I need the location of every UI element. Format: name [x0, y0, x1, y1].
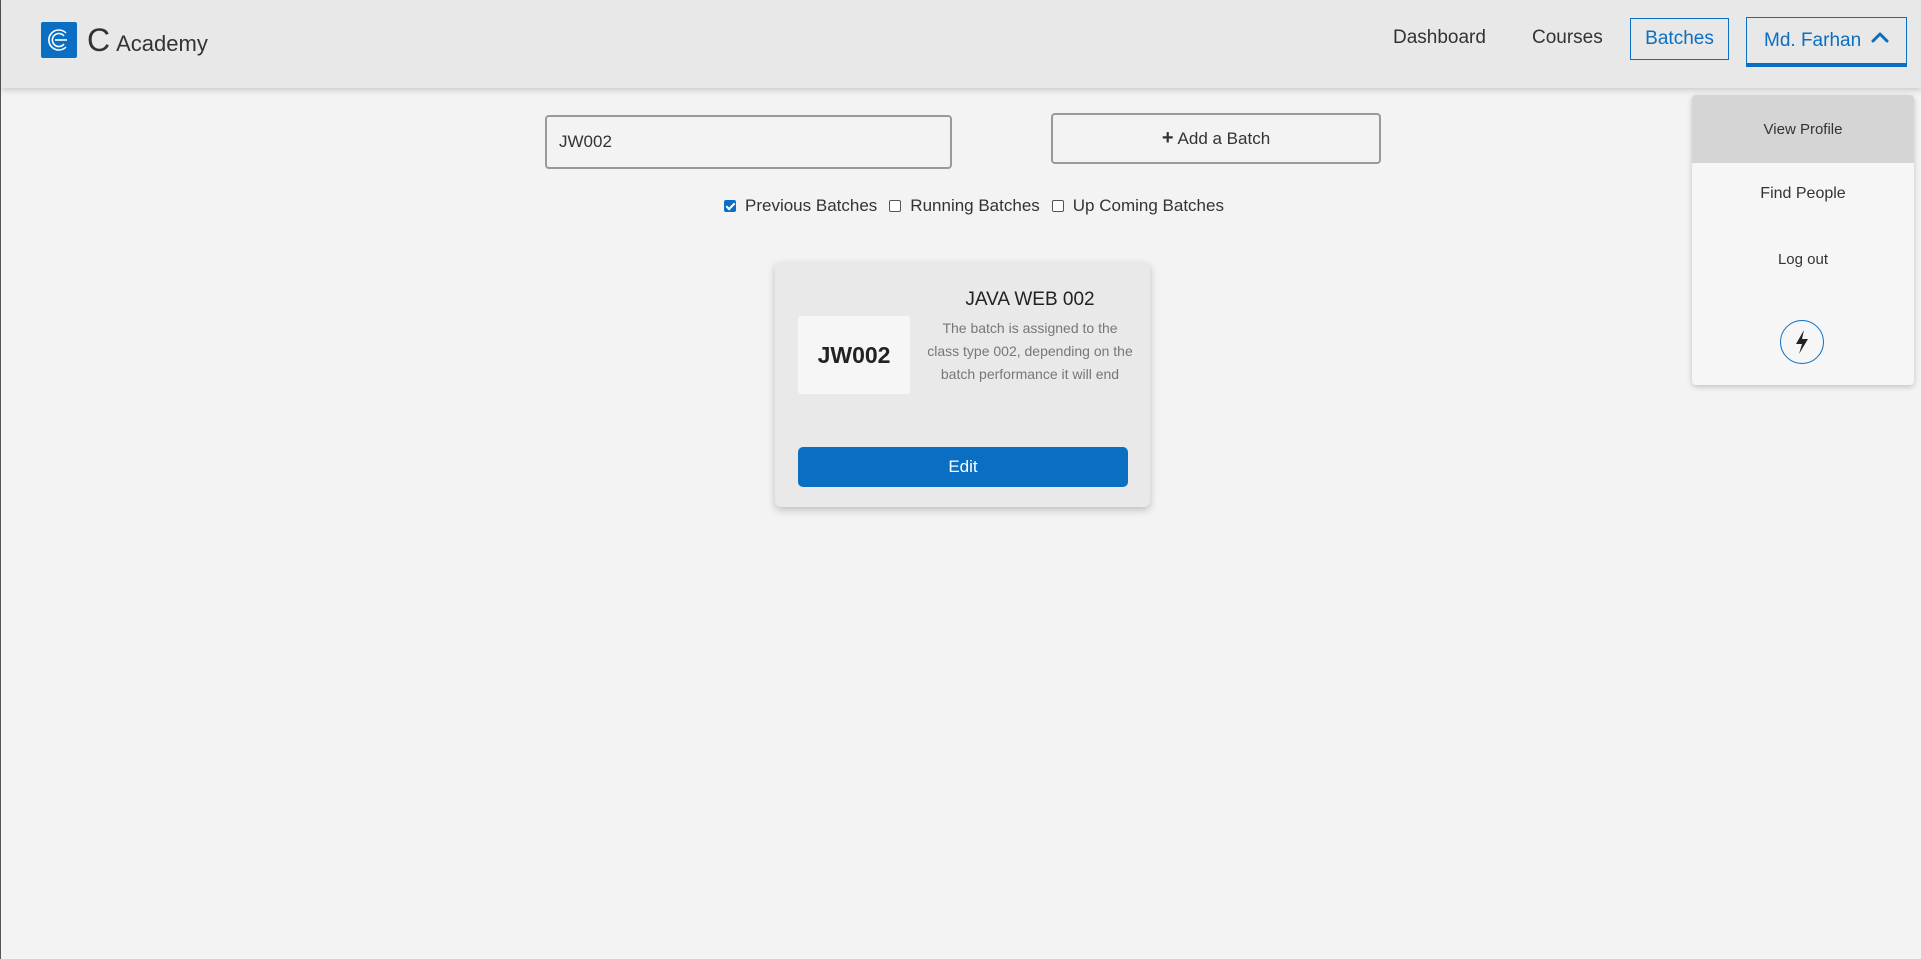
- edit-batch-button[interactable]: Edit: [798, 447, 1128, 487]
- nav-dashboard-link[interactable]: Dashboard: [1393, 27, 1486, 49]
- filter-upcoming-batches[interactable]: Up Coming Batches: [1051, 196, 1224, 216]
- chevron-up-icon: [1870, 29, 1890, 45]
- previous-batches-checkbox[interactable]: [724, 200, 736, 212]
- navbar: C Academy Dashboard Courses Batches Md. …: [1, 0, 1921, 88]
- nav-batches-label: Batches: [1645, 28, 1714, 49]
- batch-search-input[interactable]: [545, 115, 952, 169]
- batch-description: The batch is assigned to the class type …: [927, 320, 1133, 382]
- nav-courses-link[interactable]: Courses: [1532, 27, 1603, 49]
- batch-code-badge: JW002: [798, 316, 910, 394]
- menu-item-label: Find People: [1760, 185, 1846, 202]
- upcoming-batches-checkbox[interactable]: [1051, 200, 1064, 212]
- batch-card: JW002 JAVA WEB 002 The batch is assigned…: [775, 262, 1150, 507]
- batch-title: JAVA WEB 002: [965, 289, 1095, 310]
- user-name: Md. Farhan: [1764, 29, 1862, 51]
- user-menu-button[interactable]: Md. Farhan: [1746, 17, 1907, 67]
- batch-filters: Previous Batches Running Batches Up Comi…: [724, 196, 1236, 216]
- filter-label: Running Batches: [910, 196, 1040, 215]
- menu-item-view-profile[interactable]: View Profile: [1692, 95, 1914, 163]
- brand-letter: C: [87, 22, 111, 58]
- add-batch-button[interactable]: + Add a Batch: [1051, 113, 1381, 164]
- add-batch-label: Add a Batch: [1177, 128, 1271, 148]
- menu-item-find-people[interactable]: Find People: [1692, 163, 1914, 225]
- brand-name: Academy: [116, 31, 208, 56]
- menu-item-label: Log out: [1777, 250, 1829, 268]
- brand[interactable]: C Academy: [41, 21, 208, 59]
- academy-logo-icon: [41, 22, 77, 58]
- plus-icon: +: [1161, 127, 1174, 149]
- filter-label: Previous Batches: [745, 196, 878, 215]
- user-dropdown-menu: View Profile Find People Log out: [1692, 95, 1914, 385]
- lightning-bolt-icon[interactable]: [1780, 320, 1824, 364]
- nav-batches-link[interactable]: Batches: [1630, 18, 1729, 60]
- menu-item-log-out[interactable]: Log out: [1692, 225, 1914, 293]
- filter-previous-batches[interactable]: Previous Batches: [724, 196, 877, 216]
- running-batches-checkbox[interactable]: [889, 200, 902, 212]
- filter-running-batches[interactable]: Running Batches: [889, 196, 1040, 216]
- filter-label: Up Coming Batches: [1072, 196, 1224, 215]
- batch-code: JW002: [817, 341, 891, 368]
- edit-label: Edit: [948, 457, 978, 476]
- page: C Academy Dashboard Courses Batches Md. …: [0, 0, 1921, 959]
- menu-item-label: View Profile: [1763, 120, 1843, 138]
